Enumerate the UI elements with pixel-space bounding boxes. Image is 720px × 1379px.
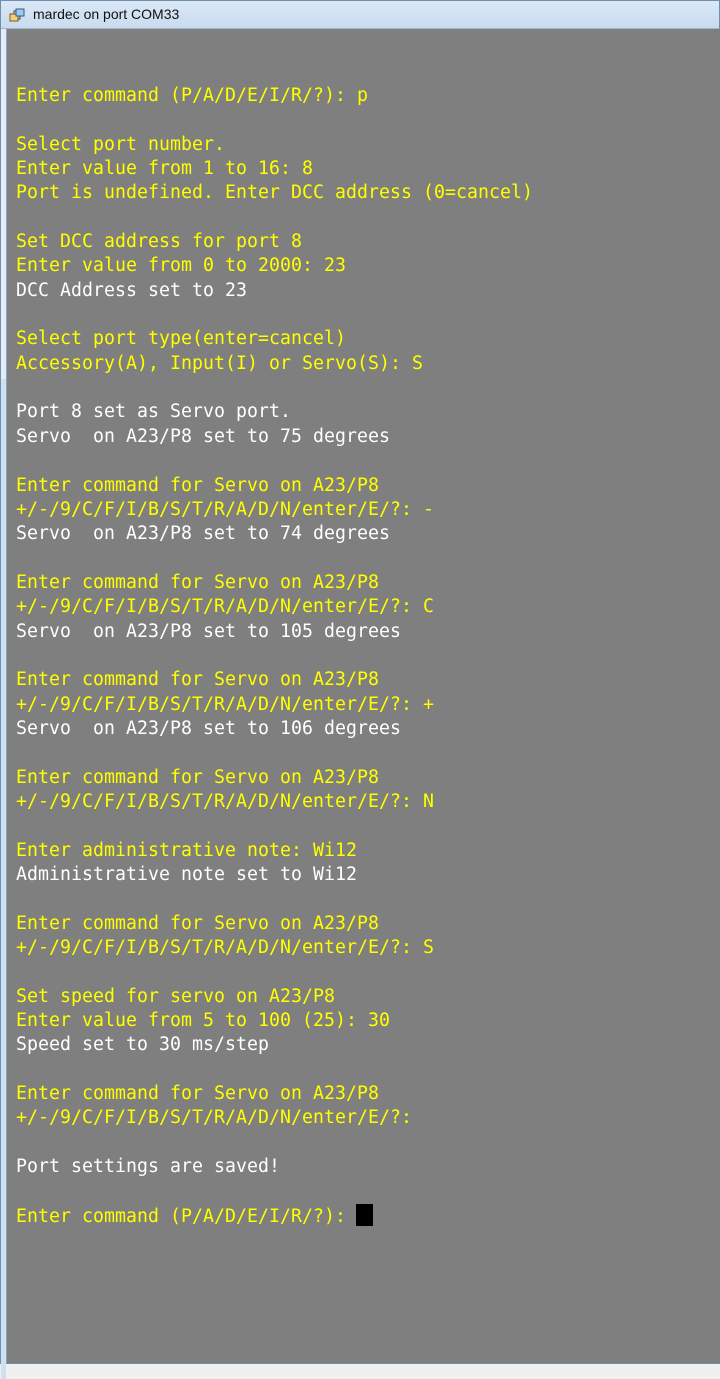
console-line: +/-/9/C/F/I/B/S/T/R/A/D/N/enter/E/?: - bbox=[16, 498, 720, 522]
console-line: +/-/9/C/F/I/B/S/T/R/A/D/N/enter/E/?: + bbox=[16, 693, 720, 717]
console-line-text: Select port type(enter=cancel) bbox=[16, 328, 346, 350]
console-line-text: Enter command for Servo on A23/P8 bbox=[16, 474, 379, 496]
console-line-text: +/-/9/C/F/I/B/S/T/R/A/D/N/enter/E/?: N bbox=[16, 790, 434, 812]
console-line-text: Servo on A23/P8 set to 75 degrees bbox=[16, 425, 390, 447]
console-line: Servo on A23/P8 set to 105 degrees bbox=[16, 620, 720, 644]
console-line-text: DCC Address set to 23 bbox=[16, 279, 247, 301]
console-line: Speed set to 30 ms/step bbox=[16, 1033, 720, 1057]
console-line-text: Enter value from 0 to 2000: 23 bbox=[16, 255, 346, 277]
console-line: Enter command for Servo on A23/P8 bbox=[16, 571, 720, 595]
console-line-text: Enter value from 5 to 100 (25): 30 bbox=[16, 1010, 390, 1032]
serial-port-icon bbox=[9, 8, 25, 22]
console-output[interactable]: Enter command (P/A/D/E/I/R/?): p Select p… bbox=[7, 29, 720, 1363]
console-line: Servo on A23/P8 set to 106 degrees bbox=[16, 717, 720, 741]
console-line: Enter command for Servo on A23/P8 bbox=[16, 766, 720, 790]
console-line: Enter command (P/A/D/E/I/R/?): bbox=[16, 1203, 720, 1228]
console-text-area[interactable]: Enter command (P/A/D/E/I/R/?): p Select p… bbox=[16, 84, 720, 1228]
console-line-text: Set DCC address for port 8 bbox=[16, 231, 302, 253]
console-line: Select port number. bbox=[16, 133, 720, 157]
console-line-text: +/-/9/C/F/I/B/S/T/R/A/D/N/enter/E/?: S bbox=[16, 937, 434, 959]
border-highlight bbox=[1, 379, 6, 1379]
console-line-text: Enter command for Servo on A23/P8 bbox=[16, 669, 379, 691]
text-cursor bbox=[356, 1203, 373, 1226]
console-line-text: Speed set to 30 ms/step bbox=[16, 1034, 269, 1056]
console-line: Administrative note set to Wi12 bbox=[16, 863, 720, 887]
console-line: Enter command (P/A/D/E/I/R/?): p bbox=[16, 84, 720, 108]
console-line-text: +/-/9/C/F/I/B/S/T/R/A/D/N/enter/E/?: bbox=[16, 1107, 412, 1129]
console-line-text: Servo on A23/P8 set to 105 degrees bbox=[16, 620, 401, 642]
console-line: Servo on A23/P8 set to 74 degrees bbox=[16, 522, 720, 546]
console-line: Enter administrative note: Wi12 bbox=[16, 839, 720, 863]
console-line-text: Servo on A23/P8 set to 106 degrees bbox=[16, 717, 401, 739]
title-bar[interactable]: mardec on port COM33 bbox=[1, 1, 719, 29]
console-line-text: +/-/9/C/F/I/B/S/T/R/A/D/N/enter/E/?: C bbox=[16, 596, 434, 618]
console-line: Servo on A23/P8 set to 75 degrees bbox=[16, 425, 720, 449]
console-line-text: Enter command for Servo on A23/P8 bbox=[16, 1083, 379, 1105]
console-line: Enter command for Servo on A23/P8 bbox=[16, 474, 720, 498]
console-line-text: Select port number. bbox=[16, 133, 225, 155]
console-line: Select port type(enter=cancel) bbox=[16, 327, 720, 351]
console-line-text: Servo on A23/P8 set to 74 degrees bbox=[16, 523, 390, 545]
console-line: Port settings are saved! bbox=[16, 1155, 720, 1179]
console-line-text: Enter command (P/A/D/E/I/R/?): bbox=[16, 1205, 346, 1227]
console-line-text: Port is undefined. Enter DCC address (0=… bbox=[16, 182, 533, 204]
console-line: DCC Address set to 23 bbox=[16, 279, 720, 303]
console-line: +/-/9/C/F/I/B/S/T/R/A/D/N/enter/E/?: S bbox=[16, 936, 720, 960]
console-line-text: +/-/9/C/F/I/B/S/T/R/A/D/N/enter/E/?: + bbox=[16, 693, 434, 715]
console-line: Port 8 set as Servo port. bbox=[16, 400, 720, 424]
console-line: Enter value from 1 to 16: 8 bbox=[16, 157, 720, 181]
console-line: Accessory(A), Input(I) or Servo(S): S bbox=[16, 352, 720, 376]
console-line-text: Accessory(A), Input(I) or Servo(S): S bbox=[16, 352, 423, 374]
console-line: Set DCC address for port 8 bbox=[16, 230, 720, 254]
console-line-text: Enter command (P/A/D/E/I/R/?): p bbox=[16, 85, 368, 106]
console-line: Enter command for Servo on A23/P8 bbox=[16, 912, 720, 936]
console-line: Port is undefined. Enter DCC address (0=… bbox=[16, 181, 720, 205]
console-line-text: Enter command for Servo on A23/P8 bbox=[16, 571, 379, 593]
console-line: Enter command for Servo on A23/P8 bbox=[16, 668, 720, 692]
console-line: Enter value from 0 to 2000: 23 bbox=[16, 254, 720, 278]
console-line: Set speed for servo on A23/P8 bbox=[16, 985, 720, 1009]
console-line-text: Enter command for Servo on A23/P8 bbox=[16, 912, 379, 934]
console-line-text: Enter command for Servo on A23/P8 bbox=[16, 766, 379, 788]
console-line: Enter value from 5 to 100 (25): 30 bbox=[16, 1009, 720, 1033]
console-line: Enter command for Servo on A23/P8 bbox=[16, 1082, 720, 1106]
console-line-text: Enter administrative note: Wi12 bbox=[16, 839, 357, 861]
console-line-text: Enter value from 1 to 16: 8 bbox=[16, 158, 313, 180]
console-line: +/-/9/C/F/I/B/S/T/R/A/D/N/enter/E/?: C bbox=[16, 595, 720, 619]
console-line: +/-/9/C/F/I/B/S/T/R/A/D/N/enter/E/?: bbox=[16, 1106, 720, 1130]
terminal-window: mardec on port COM33 Enter command (P/A/… bbox=[0, 0, 720, 1379]
console-line-text: Port 8 set as Servo port. bbox=[16, 401, 291, 423]
console-line: +/-/9/C/F/I/B/S/T/R/A/D/N/enter/E/?: N bbox=[16, 790, 720, 814]
console-line-text: Administrative note set to Wi12 bbox=[16, 864, 357, 885]
console-line-text: Port settings are saved! bbox=[16, 1156, 280, 1178]
console-line-text: +/-/9/C/F/I/B/S/T/R/A/D/N/enter/E/?: - bbox=[16, 498, 434, 520]
console-line-text: Set speed for servo on A23/P8 bbox=[16, 985, 335, 1007]
window-title: mardec on port COM33 bbox=[33, 6, 180, 22]
